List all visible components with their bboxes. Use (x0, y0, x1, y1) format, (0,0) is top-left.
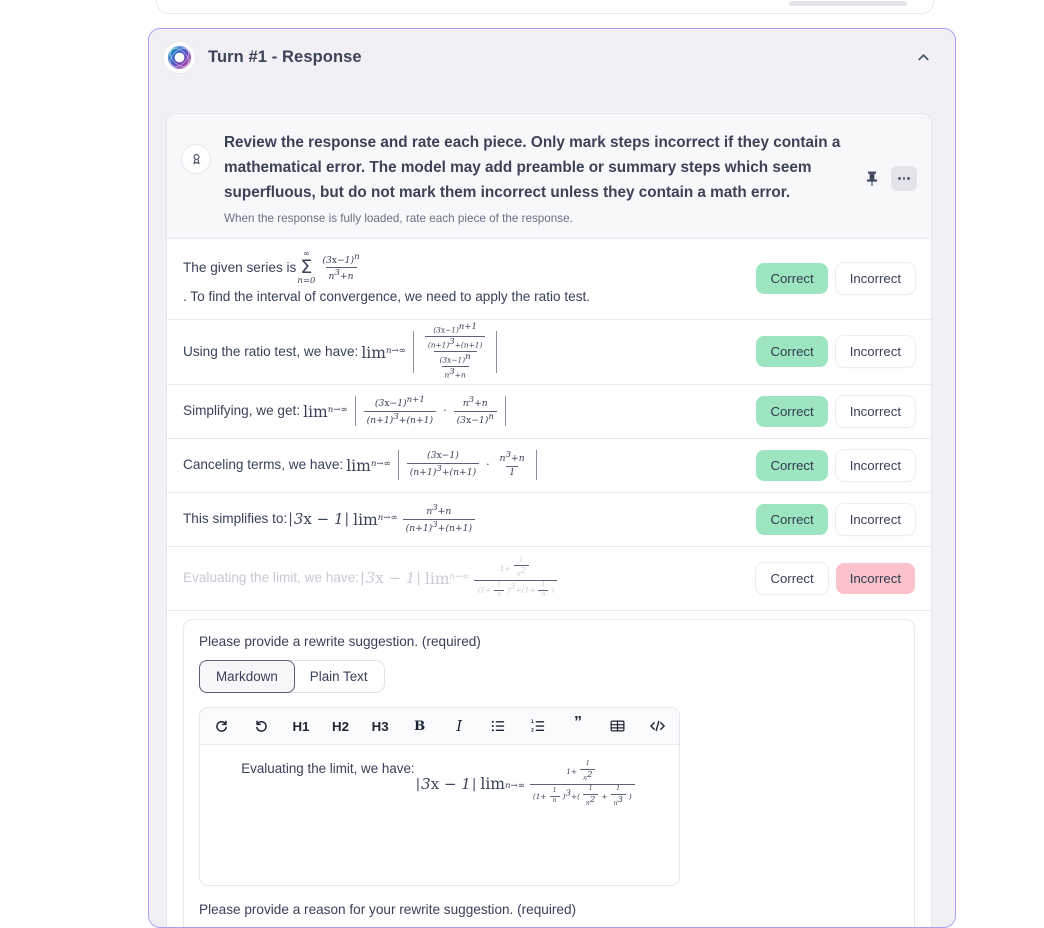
rate-incorrect-button[interactable]: Incorrect (835, 503, 915, 535)
rating-group: Correct Incorrect (756, 336, 915, 367)
rating-group: Correct Incorrect (756, 562, 915, 594)
rate-incorrect-button[interactable]: Incorrect (835, 336, 915, 367)
step-content: Evaluating the limit, we have: | 3x − 1 | … (183, 557, 744, 600)
bullet-list-icon[interactable] (479, 708, 519, 744)
rating-group: Correct Incorrect (756, 503, 915, 535)
italic-button[interactable]: I (439, 708, 479, 744)
blockquote-icon[interactable]: ” (558, 708, 598, 744)
turn-title: Turn #1 - Response (208, 47, 362, 66)
step-prefix: Evaluating the limit, we have: (183, 570, 360, 586)
undo-icon[interactable] (242, 708, 282, 744)
bold-button[interactable]: B (400, 708, 440, 744)
step-prefix: Using the ratio test, we have: (183, 343, 359, 359)
step-formula: lim n→∞ (3x−1)n+1 (n+1)3+(n+1) (3x−1)n n… (358, 322, 502, 379)
code-block-icon[interactable] (637, 708, 677, 744)
rate-correct-button[interactable]: Correct (756, 449, 828, 481)
rate-incorrect-button[interactable]: Incorrect (835, 263, 915, 295)
rate-incorrect-button[interactable]: Incorrect (835, 395, 915, 427)
previous-card-placeholder-bar (789, 1, 907, 6)
step-suffix: . To find the interval of convergence, w… (183, 288, 591, 304)
rewrite-label: Please provide a rewrite suggestion. (re… (199, 634, 481, 650)
reason-label: Please provide a reason for your rewrite… (199, 902, 577, 918)
instruction-actions (862, 166, 917, 191)
pin-icon[interactable] (862, 168, 882, 190)
step-formula: | 3x − 1 | lim n→∞ 1+ 1 n2 (1+ 1 n)3+(1+ 1 n) (359, 557, 560, 600)
step-content: Using the ratio test, we have: lim n→∞ (3… (183, 322, 744, 379)
step-content: Simplifying, we get: lim n→∞ (3x−1)n+1 (n… (183, 395, 744, 426)
instruction-text: Review the response and rate each piece.… (224, 134, 841, 201)
reviewer-badge-icon (181, 144, 211, 174)
step-row: This simplifies to: | 3x − 1 | lim n→∞ n3+n… (167, 493, 931, 547)
step-row: Simplifying, we get: lim n→∞ (3x−1)n+1 (n… (167, 385, 931, 439)
rewrite-editor-body[interactable]: Evaluating the limit, we have: | 3x − 1 | … (200, 745, 679, 885)
redo-icon[interactable] (202, 708, 242, 744)
rating-group: Correct Incorrect (756, 395, 915, 427)
turn-card: Turn #1 - Response Review the response a… (148, 28, 956, 928)
instruction-block: Review the response and rate each piece.… (167, 114, 931, 239)
step-formula: ∞ Σ n=0 (3x−1)n n3+n (297, 249, 360, 286)
step-prefix: Canceling terms, we have: (183, 457, 344, 472)
response-panel: Review the response and rate each piece.… (166, 113, 932, 927)
ellipsis-icon[interactable] (891, 166, 917, 191)
step-row: Using the ratio test, we have: lim n→∞ (3… (167, 320, 931, 385)
rating-group: Correct Incorrect (756, 449, 915, 481)
rate-incorrect-button[interactable]: Incorrect (835, 562, 915, 594)
table-icon[interactable] (598, 708, 638, 744)
chevron-up-icon[interactable] (909, 43, 937, 71)
svg-text:2: 2 (531, 728, 534, 733)
brand-ring-logo-icon (163, 40, 196, 74)
editor-formula: | 3x − 1 | lim n→∞ 1+ 1 n2 (1+ 1 n)3+(1 n2 +1 n3) (415, 760, 638, 808)
ordered-list-icon[interactable]: 1 2 (519, 708, 559, 744)
step-formula: lim n→∞ (3x−1) (n+1)3+(n+1) · n3+n 1 (343, 450, 541, 480)
step-row: Evaluating the limit, we have: | 3x − 1 | … (167, 547, 931, 612)
step-prefix: Simplifying, we get: (183, 403, 301, 418)
tab-markdown[interactable]: Markdown (199, 660, 295, 694)
step-formula: | 3x − 1 | lim n→∞ n3+n (n+1)3+(n+1) (287, 503, 478, 534)
rate-correct-button[interactable]: Correct (756, 395, 828, 427)
step-prefix: This simplifies to: (183, 511, 288, 526)
heading-3-button[interactable]: H3 (360, 708, 400, 744)
heading-2-button[interactable]: H2 (321, 708, 361, 744)
svg-text:1: 1 (531, 719, 534, 724)
editor-text-prefix: Evaluating the limit, we have: (241, 761, 415, 777)
previous-card-partial (156, 0, 934, 14)
step-formula: lim n→∞ (3x−1)n+1 (n+1)3+(n+1) · n3+n (3x (300, 395, 511, 426)
rate-correct-button[interactable]: Correct (756, 263, 828, 295)
step-content: The given series is ∞ Σ n=0 (3x−1)n n3+n… (183, 250, 744, 308)
editor-toolbar: H1 H2 H3 B I 1 2 ” (200, 708, 679, 746)
heading-1-button[interactable]: H1 (281, 708, 321, 744)
step-prefix: The given series is (183, 259, 297, 275)
rate-correct-button[interactable]: Correct (756, 336, 828, 367)
step-content: Canceling terms, we have: lim n→∞ (3x−1) … (183, 450, 744, 480)
rate-correct-button[interactable]: Correct (756, 503, 828, 535)
step-row: The given series is ∞ Σ n=0 (3x−1)n n3+n… (167, 239, 931, 320)
tab-plain-text[interactable]: Plain Text (294, 661, 384, 692)
step-row: Canceling terms, we have: lim n→∞ (3x−1) … (167, 439, 931, 493)
rate-correct-button[interactable]: Correct (756, 562, 828, 594)
rating-group: Correct Incorrect (756, 263, 915, 295)
format-tabs: Markdown Plain Text (199, 660, 385, 694)
rewrite-suggestion-box: Please provide a rewrite suggestion. (re… (183, 619, 915, 927)
rate-incorrect-button[interactable]: Incorrect (835, 449, 915, 481)
instruction-subtext: When the response is fully loaded, rate … (224, 212, 573, 225)
step-content: This simplifies to: | 3x − 1 | lim n→∞ n3+n… (183, 503, 744, 534)
rewrite-editor: H1 H2 H3 B I 1 2 ” Evaluating the limit,… (199, 707, 680, 887)
turn-header: Turn #1 - Response (149, 29, 955, 85)
